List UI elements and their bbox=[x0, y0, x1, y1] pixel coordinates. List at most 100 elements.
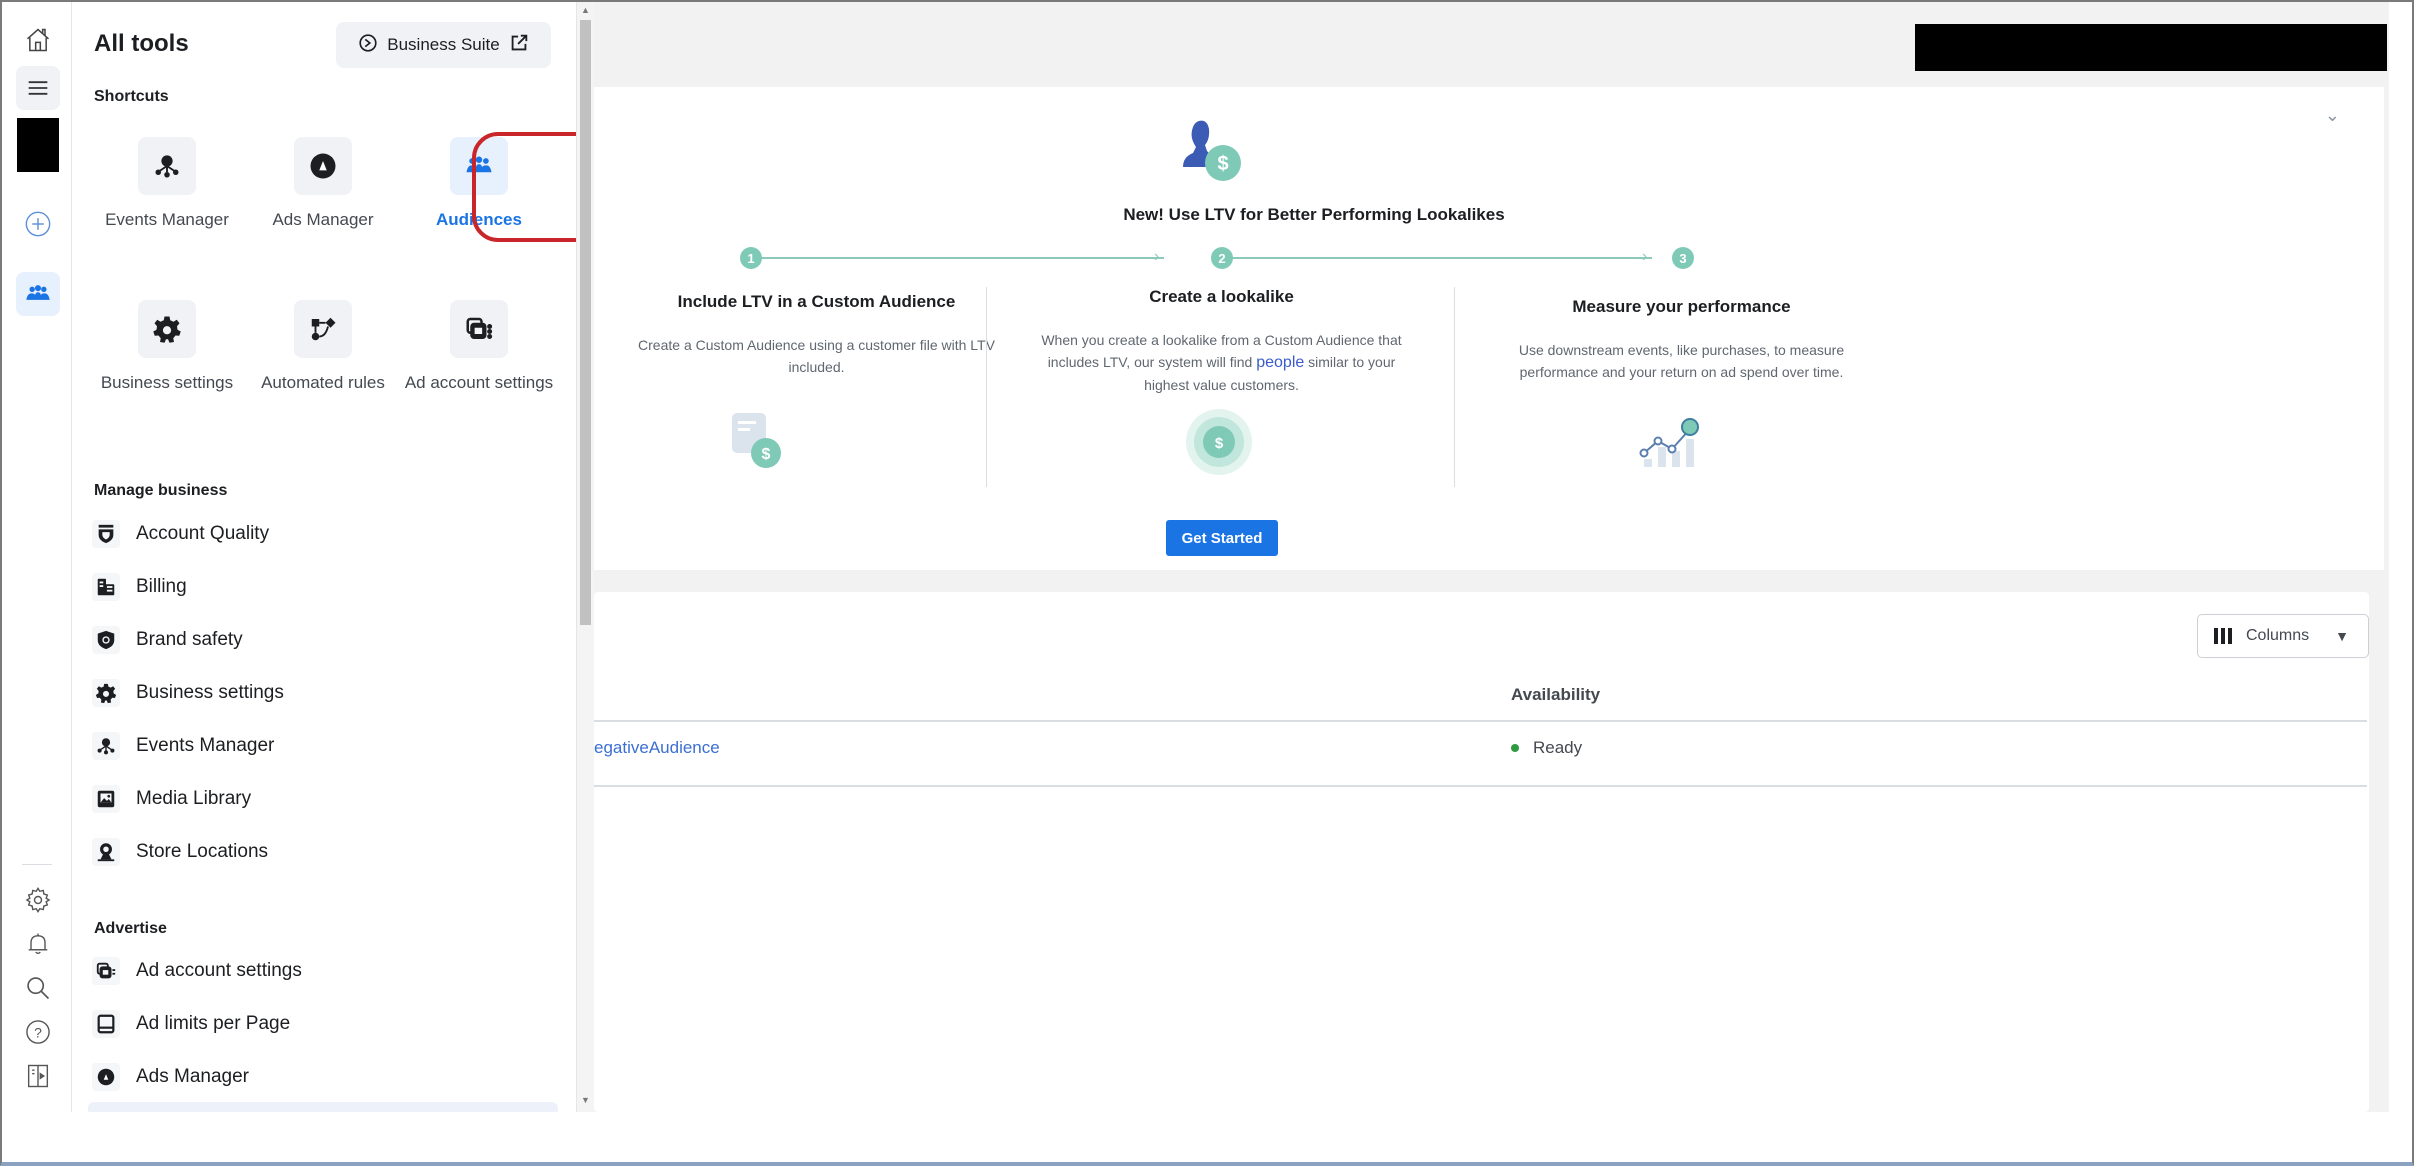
person-dollar-icon: $ bbox=[1183, 120, 1241, 181]
shortcut-events-manager[interactable]: Events Manager bbox=[92, 137, 242, 232]
create-icon[interactable] bbox=[16, 202, 60, 246]
media-library-icon bbox=[92, 785, 120, 813]
banner-title: New! Use LTV for Better Performing Looka… bbox=[1123, 205, 1505, 224]
shortcuts-heading: Shortcuts bbox=[94, 88, 169, 105]
help-icon[interactable]: ? bbox=[16, 1010, 60, 1054]
menu-item-ad-limits-per-page[interactable]: Ad limits per Page bbox=[92, 1002, 552, 1046]
events-manager-icon bbox=[92, 732, 120, 760]
main-content: ⌄ $ New! Use LTV for Better Performing L… bbox=[594, 2, 2389, 1112]
ad-limits-icon bbox=[92, 1010, 120, 1038]
menu-item-ad-account-settings[interactable]: Ad account settings bbox=[92, 949, 552, 993]
header-divider bbox=[594, 720, 2367, 722]
step-description: Create a Custom Audience using a custome… bbox=[638, 337, 995, 375]
step-2: Create a lookalike When you create a loo… bbox=[989, 287, 1454, 396]
panel-scrollbar[interactable]: ▲ ▼ bbox=[577, 2, 594, 1112]
step-title: Measure your performance bbox=[1572, 297, 1791, 316]
performance-chart-icon bbox=[1639, 418, 1699, 467]
ad-account-icon bbox=[450, 300, 508, 358]
menu-item-label: Ad limits per Page bbox=[136, 1013, 291, 1034]
step-title: Include LTV in a Custom Audience bbox=[677, 292, 956, 311]
columns-icon bbox=[2214, 628, 2232, 644]
status-dot-icon bbox=[1511, 744, 1519, 752]
people-link[interactable]: people bbox=[1256, 354, 1304, 371]
menu-item-label: Store Locations bbox=[136, 841, 269, 862]
shortcut-ad-account-settings[interactable]: Ad account settings bbox=[404, 300, 554, 395]
step-arrow-icon: › bbox=[1154, 248, 1160, 265]
all-tools-panel: All tools Business Suite Shortcuts Event… bbox=[74, 2, 577, 1112]
menu-item-label: Billing bbox=[136, 576, 187, 597]
step-arrow-icon: › bbox=[1642, 248, 1648, 265]
collapse-panel-icon[interactable] bbox=[16, 1054, 60, 1098]
menu-item-label: Brand safety bbox=[136, 629, 243, 650]
next-menu-item-partial bbox=[88, 1102, 558, 1112]
audiences-table: Columns ▼ Availability egativeAudience R… bbox=[594, 592, 2369, 1112]
step-1: Include LTV in a Custom Audience Create … bbox=[584, 292, 1049, 378]
notifications-icon[interactable] bbox=[16, 922, 60, 966]
shortcut-label: Ads Manager bbox=[272, 210, 374, 229]
business-suite-button[interactable]: Business Suite bbox=[336, 22, 551, 68]
audience-name-link[interactable]: egativeAudience bbox=[594, 738, 720, 758]
shortcut-business-settings[interactable]: Business settings bbox=[92, 300, 242, 395]
step-number-2: 2 bbox=[1211, 247, 1233, 269]
ads-manager-icon bbox=[92, 1063, 120, 1091]
redacted-header-region bbox=[1915, 24, 2387, 71]
menu-item-brand-safety[interactable]: Brand safety bbox=[92, 618, 552, 662]
menu-item-events-manager[interactable]: Events Manager bbox=[92, 724, 552, 768]
shortcut-automated-rules[interactable]: Automated rules bbox=[248, 300, 398, 395]
business-suite-label: Business Suite bbox=[387, 35, 500, 54]
columns-label: Columns bbox=[2246, 627, 2310, 644]
rail-divider bbox=[22, 864, 52, 865]
collapse-chevron-icon[interactable]: ⌄ bbox=[2325, 105, 2340, 126]
lookalike-dollar-icon: $ bbox=[1186, 409, 1252, 475]
panel-title: All tools bbox=[94, 30, 189, 57]
menu-item-label: Media Library bbox=[136, 788, 252, 809]
column-header-availability[interactable]: Availability bbox=[1511, 685, 1600, 705]
shortcut-ads-manager[interactable]: Ads Manager bbox=[248, 137, 398, 232]
billing-icon bbox=[92, 573, 120, 601]
scroll-up-arrow[interactable]: ▲ bbox=[580, 4, 591, 16]
brand-safety-icon bbox=[92, 626, 120, 654]
redacted-account-avatar bbox=[17, 118, 59, 172]
advertise-heading: Advertise bbox=[94, 920, 167, 937]
search-icon[interactable] bbox=[16, 966, 60, 1010]
ads-manager-icon bbox=[294, 137, 352, 195]
gear-icon bbox=[138, 300, 196, 358]
shortcut-label: Ad account settings bbox=[404, 373, 554, 392]
menu-item-label: Ads Manager bbox=[136, 1066, 250, 1087]
menu-item-label: Events Manager bbox=[136, 735, 275, 756]
scroll-down-arrow[interactable]: ▼ bbox=[580, 1094, 591, 1106]
menu-item-business-settings[interactable]: Business settings bbox=[92, 671, 552, 715]
shield-check-icon bbox=[92, 520, 120, 548]
step-connector bbox=[761, 257, 1164, 259]
step-number-3: 3 bbox=[1672, 247, 1694, 269]
home-icon[interactable] bbox=[16, 18, 60, 62]
business-suite-icon bbox=[357, 32, 379, 59]
get-started-button[interactable]: Get Started bbox=[1166, 520, 1278, 556]
menu-item-label: Business settings bbox=[136, 682, 284, 703]
manage-business-heading: Manage business bbox=[94, 482, 228, 499]
shortcut-label: Business settings bbox=[100, 373, 234, 392]
menu-icon[interactable] bbox=[16, 66, 60, 110]
menu-item-media-library[interactable]: Media Library bbox=[92, 777, 552, 821]
caret-down-icon: ▼ bbox=[2335, 628, 2349, 644]
external-link-icon bbox=[508, 32, 530, 59]
availability-status: Ready bbox=[1511, 738, 1582, 758]
menu-item-billing[interactable]: Billing bbox=[92, 565, 552, 609]
audiences-icon[interactable] bbox=[16, 272, 60, 316]
step-3: Measure your performance Use downstream … bbox=[1449, 297, 1914, 383]
columns-button[interactable]: Columns ▼ bbox=[2197, 614, 2369, 658]
store-location-icon bbox=[92, 838, 120, 866]
audiences-highlight-annotation bbox=[472, 132, 576, 242]
step-description: Use downstream events, like purchases, t… bbox=[1518, 342, 1845, 380]
menu-item-ads-manager[interactable]: Ads Manager bbox=[92, 1055, 552, 1099]
column-divider bbox=[986, 287, 987, 487]
row-divider bbox=[594, 785, 2367, 787]
menu-item-label: Ad account settings bbox=[136, 960, 302, 981]
menu-item-store-locations[interactable]: Store Locations bbox=[92, 830, 552, 874]
settings-icon[interactable] bbox=[16, 878, 60, 922]
ltv-lookalike-banner: ⌄ $ New! Use LTV for Better Performing L… bbox=[594, 87, 2384, 570]
svg-text:$: $ bbox=[1215, 435, 1224, 452]
svg-text:$: $ bbox=[1217, 153, 1228, 175]
menu-item-account-quality[interactable]: Account Quality bbox=[92, 512, 552, 556]
svg-text:$: $ bbox=[762, 446, 771, 463]
